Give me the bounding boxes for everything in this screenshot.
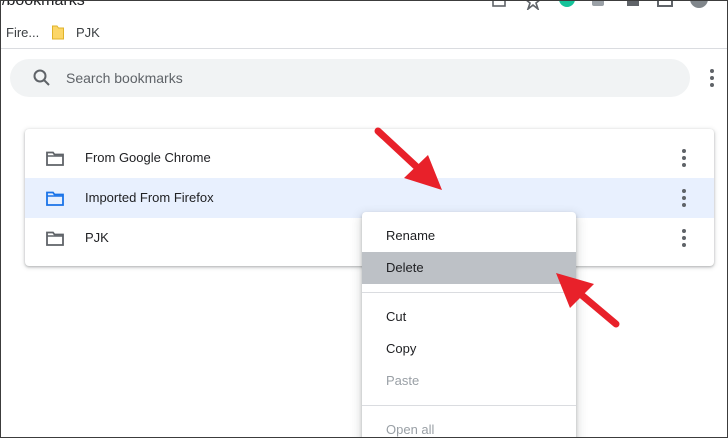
bookmark-bar-label: Fire... [6,24,40,40]
url-text[interactable]: /bookmarks [2,0,85,10]
bookmark-bar-label: PJK [76,24,100,40]
menu-item-copy[interactable]: Copy [362,333,576,365]
grammarly-extension-icon[interactable] [558,0,576,10]
row-more-options-icon[interactable] [675,226,693,250]
search-input[interactable] [66,59,666,97]
address-bar[interactable]: /bookmarks [0,0,728,12]
menu-item-open-all: Open all [386,422,435,437]
search-box[interactable] [10,59,690,97]
bookmark-bar-item-pjk[interactable]: PJK [52,22,100,42]
more-options-icon[interactable] [703,66,721,90]
folder-row-from-google-chrome[interactable]: From Google Chrome [25,138,714,178]
folder-icon [46,231,64,246]
menu-divider [362,405,576,406]
extension-icon[interactable] [590,0,608,10]
folder-icon [46,191,64,206]
puzzle-icon[interactable] [624,0,642,10]
folder-label: From Google Chrome [85,150,211,165]
toolbar-icons [468,0,728,12]
menu-item-rename[interactable]: Rename [362,220,576,252]
avatar[interactable] [690,0,708,10]
menu-item-paste: Paste [386,373,420,388]
bookmarks-bar: Fire... PJK [0,12,728,49]
context-menu: Rename Delete Cut Copy Paste Open all [362,212,576,438]
search-icon [33,69,50,86]
bookmark-bar-item-firefox[interactable]: Fire... [6,22,39,42]
folder-label: PJK [85,230,109,245]
share-icon[interactable] [490,0,508,10]
menu-divider [362,292,576,293]
row-more-options-icon[interactable] [675,146,693,170]
window-icon[interactable] [656,0,674,10]
star-icon[interactable] [524,0,542,10]
folder-icon [46,151,64,166]
folder-label: Imported From Firefox [85,190,214,205]
folder-icon [52,25,64,39]
menu-item-delete[interactable]: Delete [362,252,576,284]
row-more-options-icon[interactable] [675,186,693,210]
menu-item-cut[interactable]: Cut [362,301,576,333]
